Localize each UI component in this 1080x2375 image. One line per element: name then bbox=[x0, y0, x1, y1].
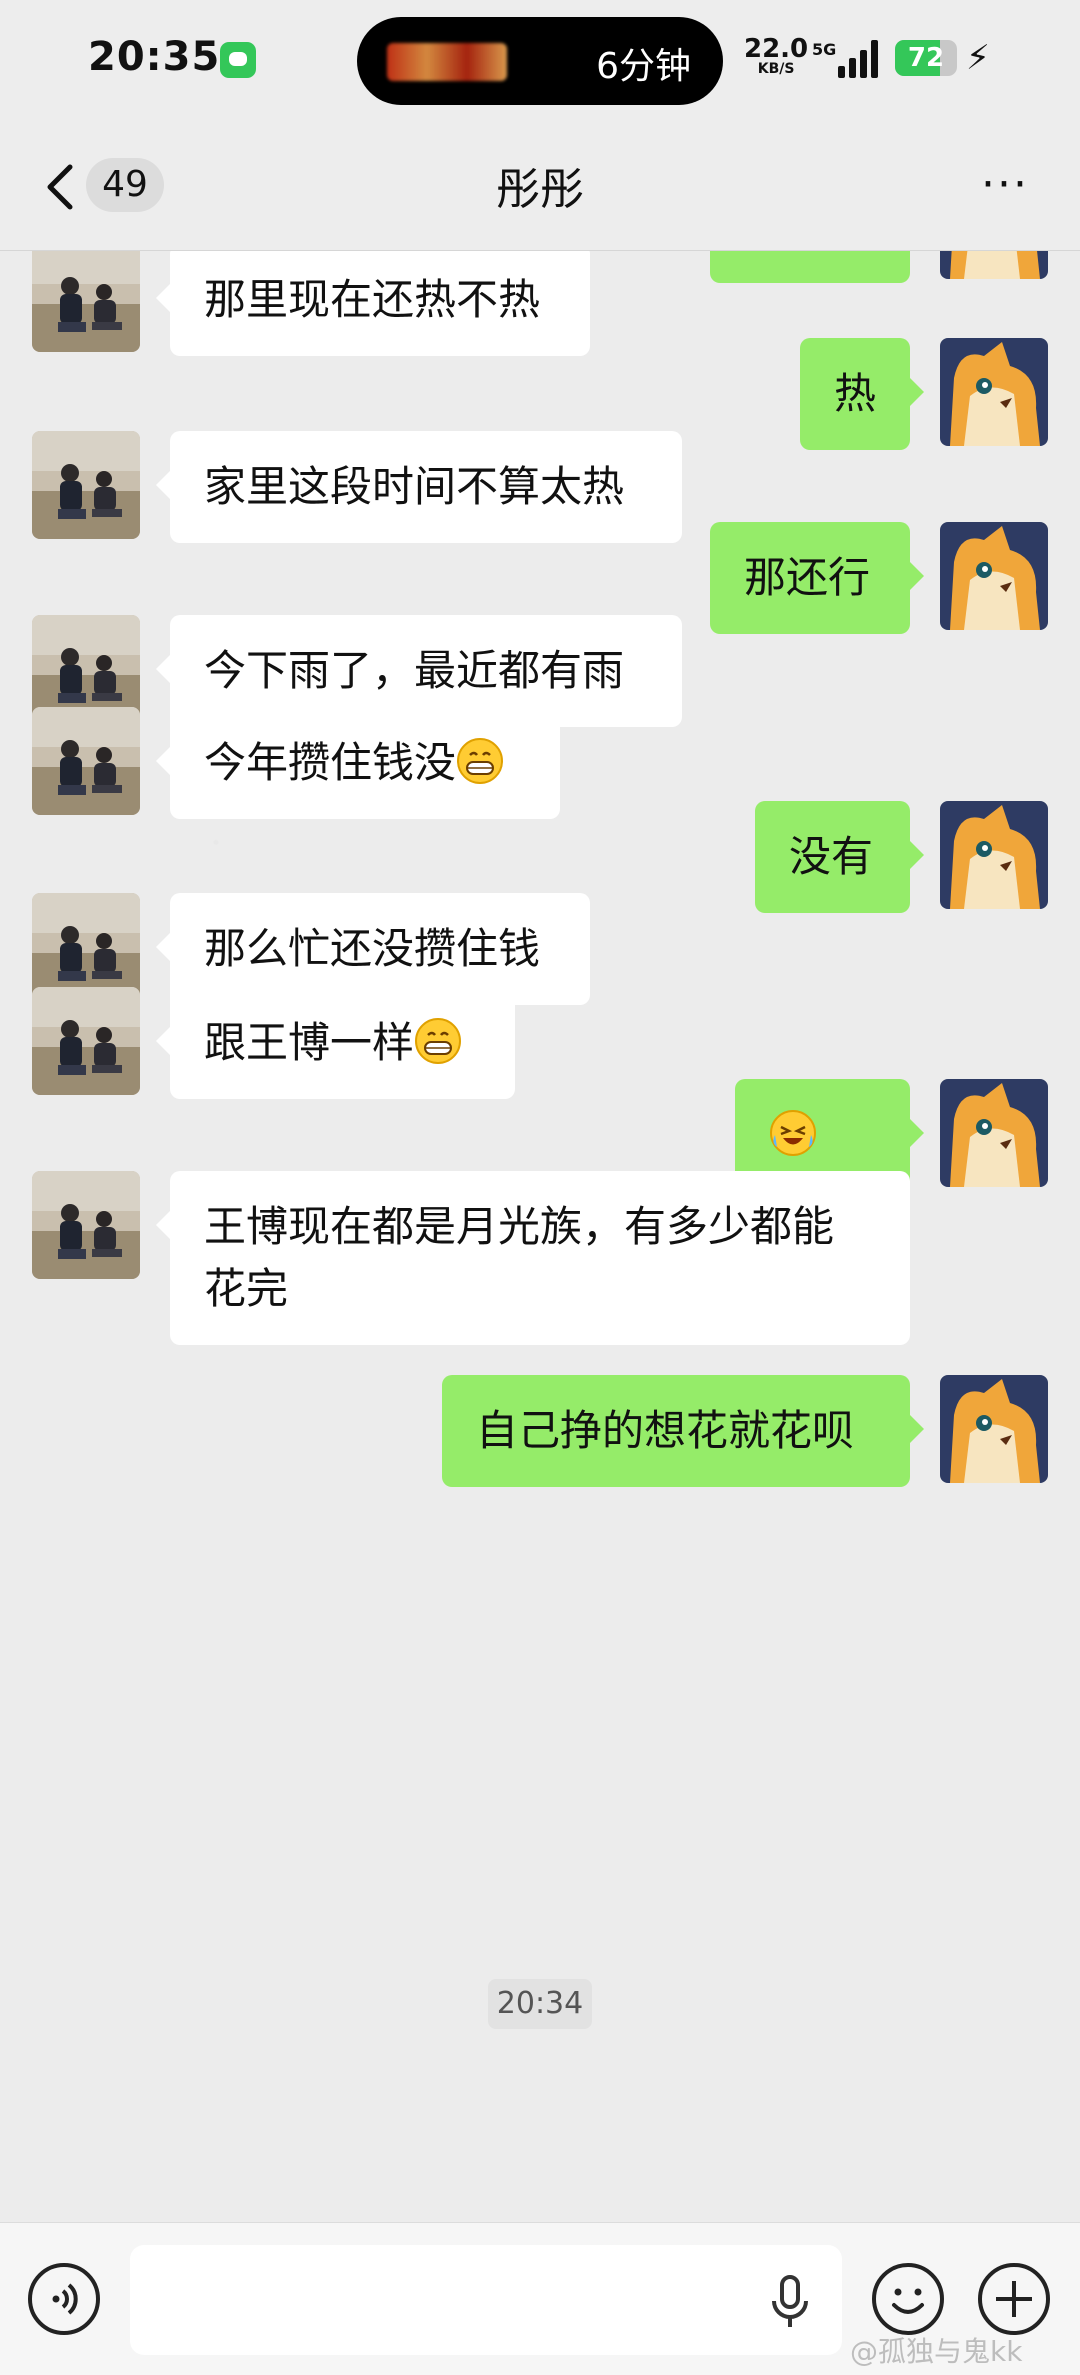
watermark: @孤独与鬼kk bbox=[850, 2335, 1023, 2368]
message-text: 那么忙还没攒住钱 bbox=[204, 924, 541, 973]
signal-icon bbox=[838, 40, 882, 78]
island-timer: 6分钟 bbox=[596, 46, 691, 87]
outgoing-message: 热 bbox=[0, 338, 1080, 450]
chat-title: 彤彤 bbox=[496, 164, 584, 215]
live-activity-thumbnail bbox=[387, 43, 507, 81]
outgoing-message: 自己挣的想花就花呗 bbox=[0, 1375, 1080, 1487]
contact-avatar[interactable] bbox=[32, 251, 140, 352]
message-text: 王博现在都是月光族，有多少都能 花完 bbox=[204, 1202, 835, 1313]
more-options-icon[interactable]: ··· bbox=[975, 163, 1035, 207]
incoming-message: 那么忙还没攒住钱 bbox=[0, 893, 1080, 1005]
message-text: 没有 bbox=[789, 832, 874, 881]
message-text: 那还行 bbox=[744, 553, 871, 602]
add-attachment-icon[interactable] bbox=[978, 2263, 1050, 2335]
contact-avatar[interactable] bbox=[32, 707, 140, 815]
message-text: 跟王博一样 bbox=[204, 1018, 415, 1067]
message-text: 热 bbox=[834, 369, 877, 418]
contact-avatar[interactable] bbox=[32, 893, 140, 1001]
message-bubble[interactable]: 王博现在都是月光族，有多少都能 花完 bbox=[156, 1171, 910, 1345]
incoming-message: 今年攒住钱没 bbox=[0, 707, 1080, 819]
message-input[interactable] bbox=[130, 2245, 842, 2355]
back-arrow-icon[interactable] bbox=[40, 159, 84, 215]
message-list[interactable]: 20:34 暑假忙那里现在还热不热热家里这段时间不算太热那还行今下雨了，最近都有… bbox=[0, 251, 1080, 2222]
network-type: 5G bbox=[812, 40, 837, 59]
charging-icon: ⚡ bbox=[966, 38, 990, 78]
contact-avatar[interactable] bbox=[32, 1171, 140, 1279]
unread-count-badge[interactable]: 49 bbox=[86, 158, 164, 212]
battery-level: 72 bbox=[907, 43, 945, 73]
message-text: 自己挣的想花就花呗 bbox=[476, 1406, 855, 1455]
message-timestamp: 20:34 bbox=[488, 1979, 592, 2029]
my-avatar[interactable] bbox=[940, 1375, 1048, 1483]
chat-header: 49 彤彤 ··· bbox=[0, 125, 1080, 251]
message-text: 那里现在还热不热 bbox=[204, 275, 541, 324]
message-bubble[interactable]: 自己挣的想花就花呗 bbox=[442, 1375, 924, 1487]
message-text: 家里这段时间不算太热 bbox=[204, 462, 625, 511]
incoming-message: 那里现在还热不热 bbox=[0, 251, 1080, 356]
status-bar: 20:35 6分钟 22.0 KB/S 5G 72 ⚡ bbox=[0, 0, 1080, 125]
emoji-icon[interactable] bbox=[872, 2263, 944, 2335]
message-text: 今年攒住钱没 bbox=[204, 738, 457, 787]
status-time: 20:35 bbox=[88, 34, 221, 80]
voice-input-icon[interactable] bbox=[28, 2263, 100, 2335]
my-avatar[interactable] bbox=[940, 522, 1048, 630]
microphone-icon[interactable] bbox=[770, 2275, 810, 2331]
outgoing-message: 那还行 bbox=[0, 522, 1080, 634]
grin-emoji-icon bbox=[414, 1018, 462, 1067]
network-speed-unit: KB/S bbox=[757, 61, 795, 77]
grin-emoji-icon bbox=[456, 738, 504, 787]
network-speed-value: 22.0 bbox=[744, 34, 809, 64]
battery-icon: 72 bbox=[895, 40, 957, 76]
message-text: 今下雨了，最近都有雨 bbox=[204, 646, 625, 695]
messages-notification-icon bbox=[220, 42, 256, 78]
my-avatar[interactable] bbox=[940, 338, 1048, 446]
network-speed: 22.0 KB/S bbox=[744, 36, 808, 76]
dynamic-island[interactable]: 6分钟 bbox=[357, 17, 723, 105]
incoming-message: 王博现在都是月光族，有多少都能 花完 bbox=[0, 1171, 1080, 1345]
